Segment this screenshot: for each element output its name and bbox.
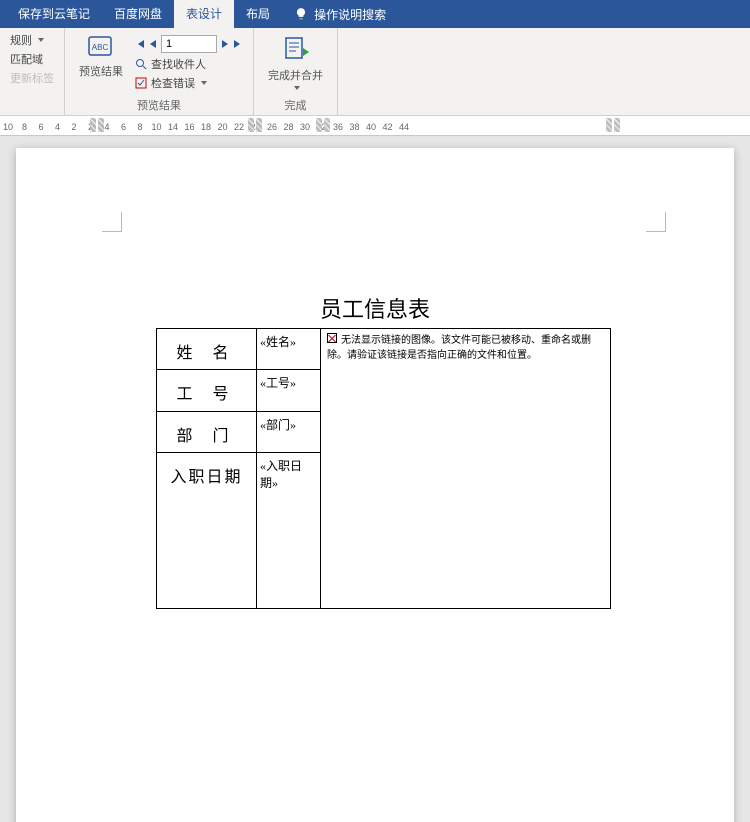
ruler-number: 8: [22, 122, 27, 132]
image-error-text: 无法显示链接的图像。该文件可能已被移动、重命名或删除。请验证该链接是否指向正确的…: [327, 335, 591, 361]
ruler-marker[interactable]: [98, 118, 104, 132]
svg-text:ABC: ABC: [92, 43, 109, 52]
ruler-marker[interactable]: [324, 118, 330, 132]
check-errors-button[interactable]: 检查错误: [135, 75, 243, 91]
ruler-number: 40: [366, 122, 376, 132]
prev-record-icon[interactable]: [149, 39, 157, 49]
ribbon-group-rules-title: [30, 99, 33, 113]
ruler-number: 6: [121, 122, 126, 132]
first-record-icon[interactable]: [135, 39, 145, 49]
finish-merge-icon: [281, 34, 311, 64]
ruler-number: 44: [399, 122, 409, 132]
document-title[interactable]: 员工信息表: [16, 292, 734, 324]
cell-label-dept[interactable]: 部 门: [157, 411, 257, 452]
tell-me-box[interactable]: 操作说明搜索: [282, 6, 398, 23]
preview-results-icon: ABC: [86, 34, 116, 60]
ruler-number: 42: [382, 122, 392, 132]
cell-label-name[interactable]: 姓 名: [157, 329, 257, 370]
crop-mark-top-left: [102, 212, 122, 232]
lightbulb-icon: [294, 7, 308, 21]
match-fields-button[interactable]: 匹配域: [10, 51, 54, 67]
preview-results-button[interactable]: ABC 预览结果: [75, 32, 127, 81]
ruler-number: 10: [151, 122, 161, 132]
horizontal-ruler[interactable]: 1086422468101416182022242628303236384042…: [0, 116, 750, 136]
cell-value-hiredate[interactable]: «入职日期»: [257, 453, 321, 609]
employee-info-table[interactable]: 姓 名 «姓名» 无法显示链接的图像。该文件可能已被移动、重命名或删除。请验证该…: [156, 328, 611, 609]
tabs-bar: 保存到云笔记 百度网盘 表设计 布局 操作说明搜索: [0, 0, 750, 28]
finish-merge-button[interactable]: 完成并合并: [264, 32, 327, 92]
ribbon-group-rules: 规则 匹配域 更新标签: [0, 28, 65, 115]
update-labels-button: 更新标签: [10, 70, 54, 86]
ruler-number: 2: [71, 122, 76, 132]
ribbon-group-finish-title: 完成: [285, 95, 307, 113]
ruler-number: 26: [267, 122, 277, 132]
tab-cloud-notes[interactable]: 保存到云笔记: [6, 0, 102, 28]
ruler-marker[interactable]: [248, 118, 254, 132]
ruler-number: 4: [104, 122, 109, 132]
ruler-marker[interactable]: [256, 118, 262, 132]
ruler-number: 18: [201, 122, 211, 132]
find-recipient-button[interactable]: 查找收件人: [135, 56, 243, 72]
ribbon-group-preview-title: 预览结果: [137, 95, 181, 113]
tab-table-design[interactable]: 表设计: [174, 0, 234, 28]
page: 员工信息表 姓 名 «姓名» 无法显示链接的图像。该文件可能已被移动、重命名或删…: [16, 148, 734, 822]
ruler-number: 38: [349, 122, 359, 132]
rules-button[interactable]: 规则: [10, 32, 54, 48]
next-record-icon[interactable]: [221, 39, 229, 49]
table-row: 姓 名 «姓名» 无法显示链接的图像。该文件可能已被移动、重命名或删除。请验证该…: [157, 329, 611, 370]
cell-value-dept[interactable]: «部门»: [257, 411, 321, 452]
ribbon-group-preview: ABC 预览结果 查找收件人 检查错误: [65, 28, 254, 115]
tab-baidu-netdisk[interactable]: 百度网盘: [102, 0, 174, 28]
ruler-number: 4: [55, 122, 60, 132]
ruler-number: 36: [333, 122, 343, 132]
ruler-number: 28: [283, 122, 293, 132]
ruler-marker[interactable]: [90, 118, 96, 132]
cell-label-hiredate[interactable]: 入职日期: [157, 453, 257, 609]
ruler-number: 20: [217, 122, 227, 132]
cell-value-name[interactable]: «姓名»: [257, 329, 321, 370]
ruler-number: 10: [3, 122, 13, 132]
ruler-number: 8: [137, 122, 142, 132]
cell-photo[interactable]: 无法显示链接的图像。该文件可能已被移动、重命名或删除。请验证该链接是否指向正确的…: [321, 329, 611, 609]
last-record-icon[interactable]: [233, 39, 243, 49]
ruler-marker[interactable]: [606, 118, 612, 132]
record-number-input[interactable]: [161, 35, 217, 53]
tell-me-placeholder: 操作说明搜索: [314, 6, 386, 23]
ribbon-group-finish: 完成并合并 完成: [254, 28, 338, 115]
ruler-number: 14: [168, 122, 178, 132]
ruler-marker[interactable]: [316, 118, 322, 132]
broken-image-icon: [327, 333, 337, 343]
ruler-number: 22: [234, 122, 244, 132]
search-icon: [135, 58, 147, 70]
ruler-marker[interactable]: [614, 118, 620, 132]
cell-value-empno[interactable]: «工号»: [257, 370, 321, 411]
check-errors-icon: [135, 77, 147, 89]
tab-layout[interactable]: 布局: [234, 0, 282, 28]
cell-label-empno[interactable]: 工 号: [157, 370, 257, 411]
ruler-number: 16: [184, 122, 194, 132]
crop-mark-top-right: [646, 212, 666, 232]
document-canvas[interactable]: 员工信息表 姓 名 «姓名» 无法显示链接的图像。该文件可能已被移动、重命名或删…: [0, 136, 750, 822]
ruler-number: 30: [300, 122, 310, 132]
ruler-number: 6: [38, 122, 43, 132]
ribbon: 规则 匹配域 更新标签 ABC 预览结果: [0, 28, 750, 116]
